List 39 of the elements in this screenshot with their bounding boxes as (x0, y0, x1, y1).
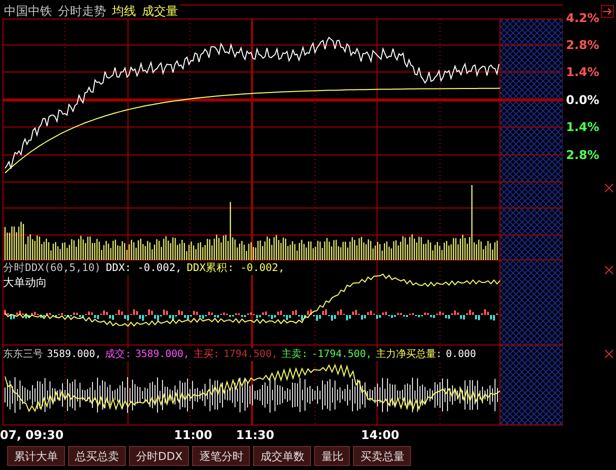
indicator-tab[interactable]: 成交单数 (253, 446, 312, 466)
indicator-label: 分时DDX(60,5,10) (3, 262, 101, 275)
indicator-label: 成交: (105, 348, 132, 361)
percent-label: 1.4% (566, 65, 600, 79)
indicator-label: 主买: (193, 348, 220, 361)
indicator-label: DDX: -0.002, (106, 262, 182, 275)
percent-label: 0.0% (566, 93, 600, 107)
close-icon[interactable] (604, 265, 614, 275)
indicator-label: -1794.500, (312, 348, 372, 361)
time-label: 14:00 (361, 429, 400, 442)
time-label: 11:30 (236, 429, 274, 442)
indicator-tab[interactable]: 量比 (314, 446, 350, 466)
percent-label: 4.2% (566, 11, 600, 25)
chart-title: 成交量 (142, 4, 178, 18)
indicator-label: 3589.000, (47, 348, 102, 361)
close-icon[interactable] (604, 349, 614, 359)
indicator-tab[interactable]: 分时DDX (129, 446, 190, 466)
indicator-label: DDX累积: -0.002, (186, 262, 285, 275)
indicator-label: 3589.000, (135, 348, 190, 361)
close-icon[interactable] (604, 183, 614, 193)
indicator-tab[interactable]: 逐笔分时 (192, 446, 250, 466)
indicator-tab[interactable]: 累计大单 (7, 446, 65, 466)
arrow-icon[interactable] (601, 5, 614, 18)
indicator-label: 主卖: (282, 348, 308, 361)
panel-subtitle: 大单动向 (3, 276, 47, 289)
chart-title: 中国中铁 (4, 4, 52, 18)
indicator-label: 主力净买总量: (376, 348, 442, 361)
indicator-label: 1794.500, (223, 348, 278, 361)
indicator-tab[interactable]: 总买总卖 (68, 446, 126, 466)
percent-label: 2.8% (566, 38, 600, 52)
chart-title: 均线 (112, 4, 136, 18)
time-label: 11:00 (174, 429, 212, 442)
indicator-label: 0.000 (446, 348, 476, 361)
chart-title: 分时走势 (58, 4, 106, 18)
indicator-label: 东东三号 (3, 348, 43, 361)
time-label: 07, 09:30 (0, 429, 64, 442)
percent-label: 1.4% (566, 120, 600, 134)
indicator-tab[interactable]: 买卖总量 (353, 446, 412, 466)
percent-label: 2.8% (566, 148, 600, 162)
